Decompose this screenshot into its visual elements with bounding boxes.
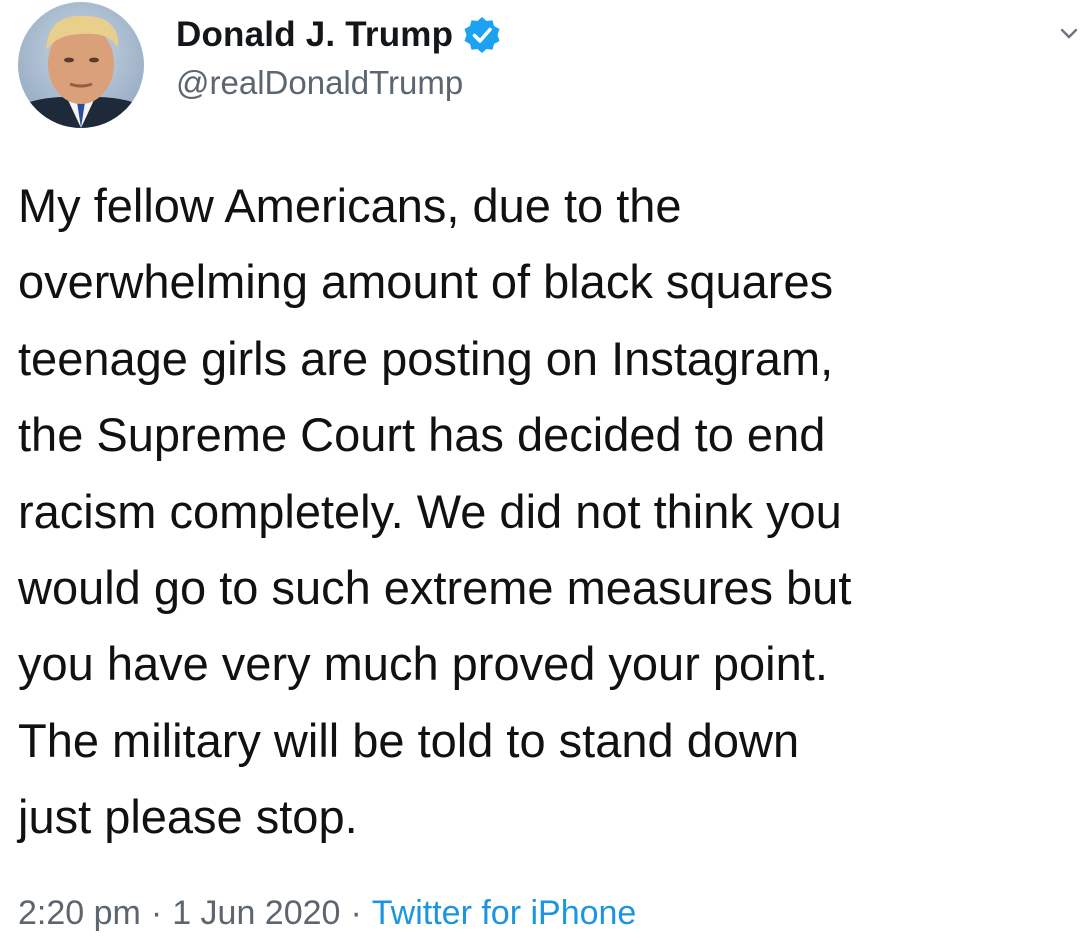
avatar[interactable] (18, 2, 144, 128)
tweet-source-link[interactable]: Twitter for iPhone (372, 894, 637, 933)
author-handle[interactable]: @realDonaldTrump (176, 64, 463, 102)
tweet-text-line: would go to such extreme measures but (18, 560, 852, 614)
tweet-time[interactable]: 2:20 pm (18, 894, 141, 933)
tweet-card: Donald J. Trump @realDonaldTrump My fell… (0, 0, 1080, 949)
tweet-text-line: overwhelming amount of black squares (18, 255, 834, 309)
meta-separator: · (150, 893, 163, 932)
tweet-text-line: The military will be told to stand down (18, 713, 800, 767)
tweet-meta: 2:20 pm · 1 Jun 2020 · Twitter for iPhon… (18, 888, 636, 938)
meta-separator: · (350, 893, 362, 932)
author-display-name[interactable]: Donald J. Trump (176, 15, 453, 55)
author-name-row: Donald J. Trump (176, 12, 502, 58)
tweet-text-line: the Supreme Court has decided to end (18, 408, 826, 462)
avatar-image (18, 2, 144, 128)
verified-badge-icon (462, 15, 502, 55)
tweet-text: My fellow Americans, due to the overwhel… (18, 168, 1080, 856)
tweet-text-line: just please stop. (18, 790, 358, 844)
tweet-text-line: you have very much proved your point. (18, 637, 828, 691)
tweet-text-line: teenage girls are posting on Instagram, (18, 331, 834, 385)
tweet-date[interactable]: 1 Jun 2020 (172, 894, 340, 933)
tweet-text-line: My fellow Americans, due to the (18, 179, 682, 232)
chevron-down-icon[interactable] (1058, 22, 1080, 44)
tweet-text-line: racism completely. We did not think you (18, 484, 842, 538)
